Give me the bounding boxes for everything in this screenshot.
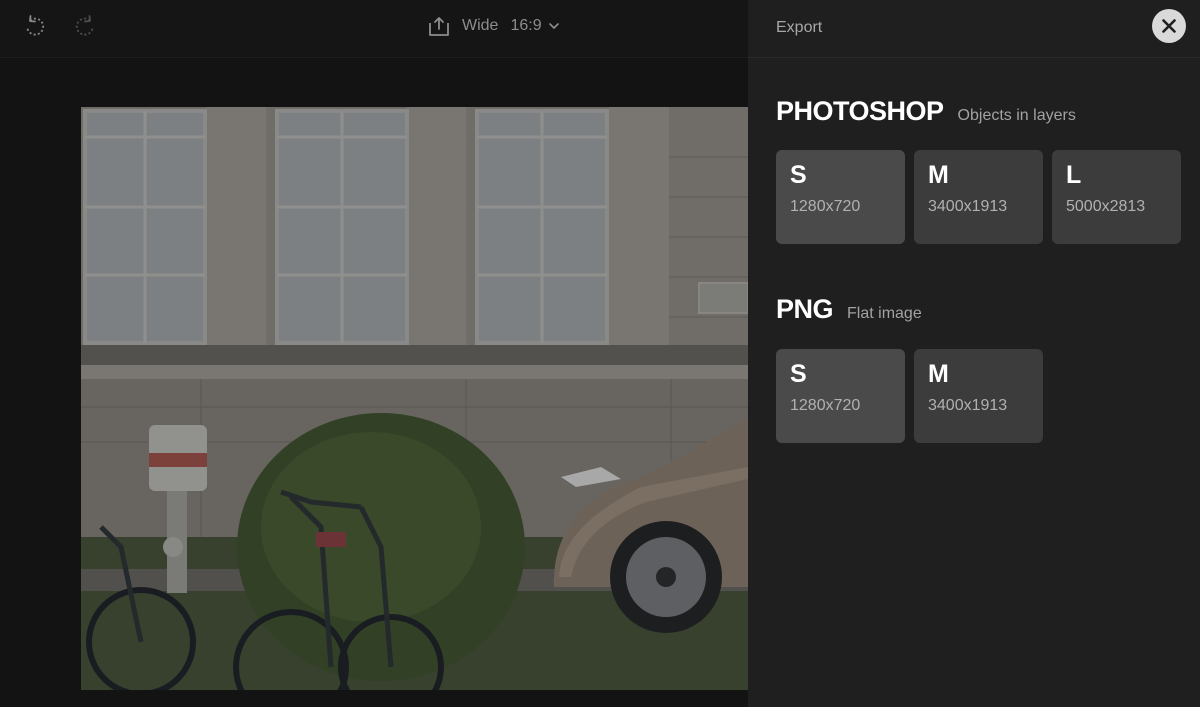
close-icon (1162, 19, 1176, 33)
aspect-label: Wide (462, 17, 499, 34)
redo-icon (75, 15, 94, 36)
photoshop-size-s-button[interactable]: S 1280x720 (776, 150, 905, 244)
undo-icon (26, 15, 45, 36)
size-dimensions: 5000x2813 (1066, 198, 1146, 215)
png-subtitle: Flat image (847, 305, 922, 322)
export-panel: Export PHOTOSHOP Objects in layers S 128… (748, 0, 1200, 707)
size-dimensions: 3400x1913 (928, 397, 1008, 414)
png-title: PNG (776, 294, 834, 324)
photo-preview[interactable] (81, 107, 748, 690)
size-label: M (928, 161, 949, 189)
size-label: S (790, 360, 807, 388)
photo-illustration (81, 107, 748, 690)
size-dimensions: 1280x720 (790, 198, 861, 215)
export-panel-title: Export (776, 19, 823, 36)
photoshop-size-m-button[interactable]: M 3400x1913 (914, 150, 1043, 244)
png-size-m-button[interactable]: M 3400x1913 (914, 349, 1043, 443)
redo-button[interactable] (70, 11, 100, 41)
size-label: M (928, 360, 949, 388)
share-icon (426, 13, 452, 39)
export-panel-header: Export (748, 0, 1200, 58)
size-dimensions: 1280x720 (790, 397, 861, 414)
editor-toolbar: Wide 16:9 (0, 0, 748, 58)
chevron-down-icon (548, 20, 560, 32)
photoshop-section: PHOTOSHOP Objects in layers S 1280x720 M… (776, 96, 1181, 244)
app-window: Wide 16:9 Export PHOTOSHOP Objects in la… (0, 0, 1200, 707)
size-label: L (1066, 161, 1082, 189)
png-size-s-button[interactable]: S 1280x720 (776, 349, 905, 443)
size-dimensions: 3400x1913 (928, 198, 1008, 215)
photoshop-size-l-button[interactable]: L 5000x2813 (1052, 150, 1181, 244)
aspect-ratio-value: 16:9 (510, 17, 542, 34)
canvas-area (0, 59, 748, 707)
png-section: PNG Flat image S 1280x720 M 3400x1913 (776, 294, 1043, 443)
photoshop-subtitle: Objects in layers (957, 107, 1076, 124)
undo-button[interactable] (20, 11, 50, 41)
size-label: S (790, 161, 807, 189)
close-button[interactable] (1152, 9, 1186, 43)
aspect-ratio-selector[interactable]: Wide 16:9 (426, 10, 560, 42)
photoshop-title: PHOTOSHOP (776, 96, 944, 126)
